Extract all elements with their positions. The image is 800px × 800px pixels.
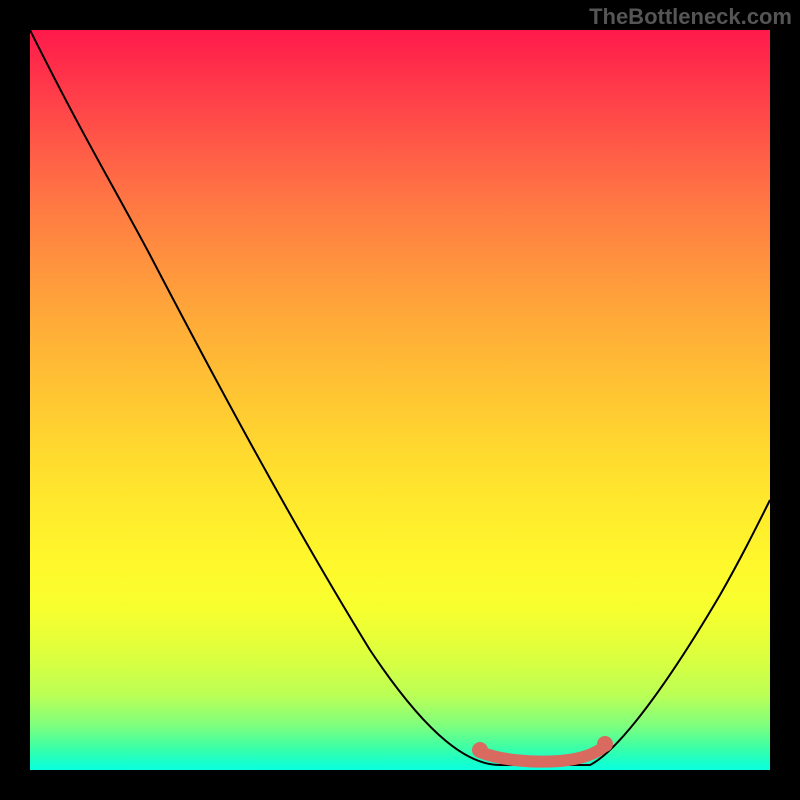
- bottleneck-curve: [30, 30, 770, 770]
- curve-line: [30, 30, 770, 765]
- optimal-end-dot: [597, 736, 613, 752]
- plot-area: [30, 30, 770, 770]
- optimal-start-dot: [472, 742, 488, 758]
- optimal-range-highlight: [480, 746, 605, 762]
- watermark-text: TheBottleneck.com: [589, 4, 792, 30]
- chart-frame: TheBottleneck.com: [0, 0, 800, 800]
